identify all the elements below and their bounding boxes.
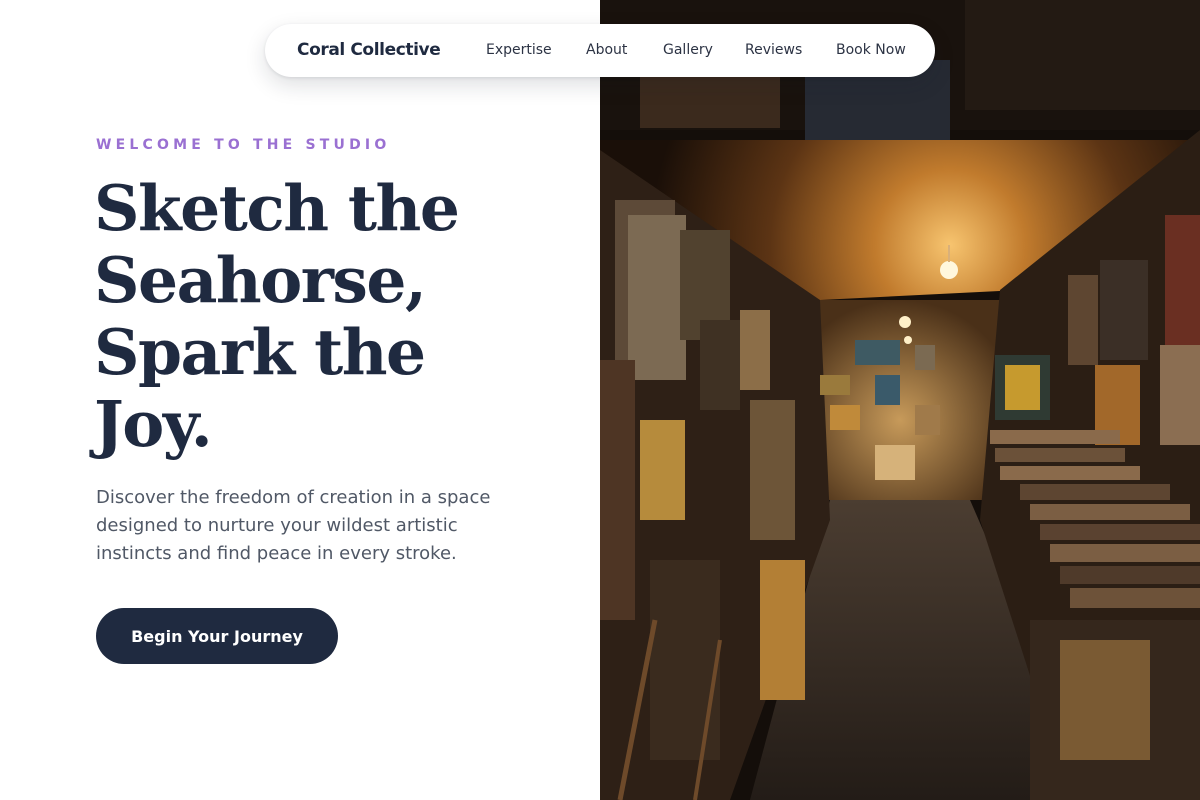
description-line: designed to nurture your wildest artisti… <box>96 515 458 536</box>
headline-line: Joy. <box>94 387 213 461</box>
gallery-photo-illustration <box>600 0 1200 800</box>
nav-link-expertise[interactable]: Expertise <box>486 42 552 58</box>
headline-line: Spark the <box>94 315 426 389</box>
hero-headline: Sketch the Seahorse, Spark the Joy. <box>94 172 574 460</box>
hero-section: WELCOME TO THE STUDIO Sketch the Seahors… <box>0 0 600 800</box>
nav-link-gallery[interactable]: Gallery <box>663 42 713 58</box>
top-navigation: Coral Collective Expertise About Gallery… <box>265 24 935 77</box>
nav-link-reviews[interactable]: Reviews <box>745 42 802 58</box>
nav-link-book-now[interactable]: Book Now <box>836 42 906 58</box>
headline-line: Seahorse, <box>94 243 427 317</box>
brand-logo[interactable]: Coral Collective <box>297 40 441 60</box>
hero-eyebrow: WELCOME TO THE STUDIO <box>96 137 391 153</box>
nav-link-about[interactable]: About <box>586 42 627 58</box>
description-line: instincts and find peace in every stroke… <box>96 543 457 564</box>
gallery-photo <box>600 0 1200 800</box>
description-line: Discover the freedom of creation in a sp… <box>96 487 491 508</box>
hero-description: Discover the freedom of creation in a sp… <box>96 484 516 568</box>
begin-journey-button[interactable]: Begin Your Journey <box>96 608 338 664</box>
headline-line: Sketch the <box>94 171 460 245</box>
